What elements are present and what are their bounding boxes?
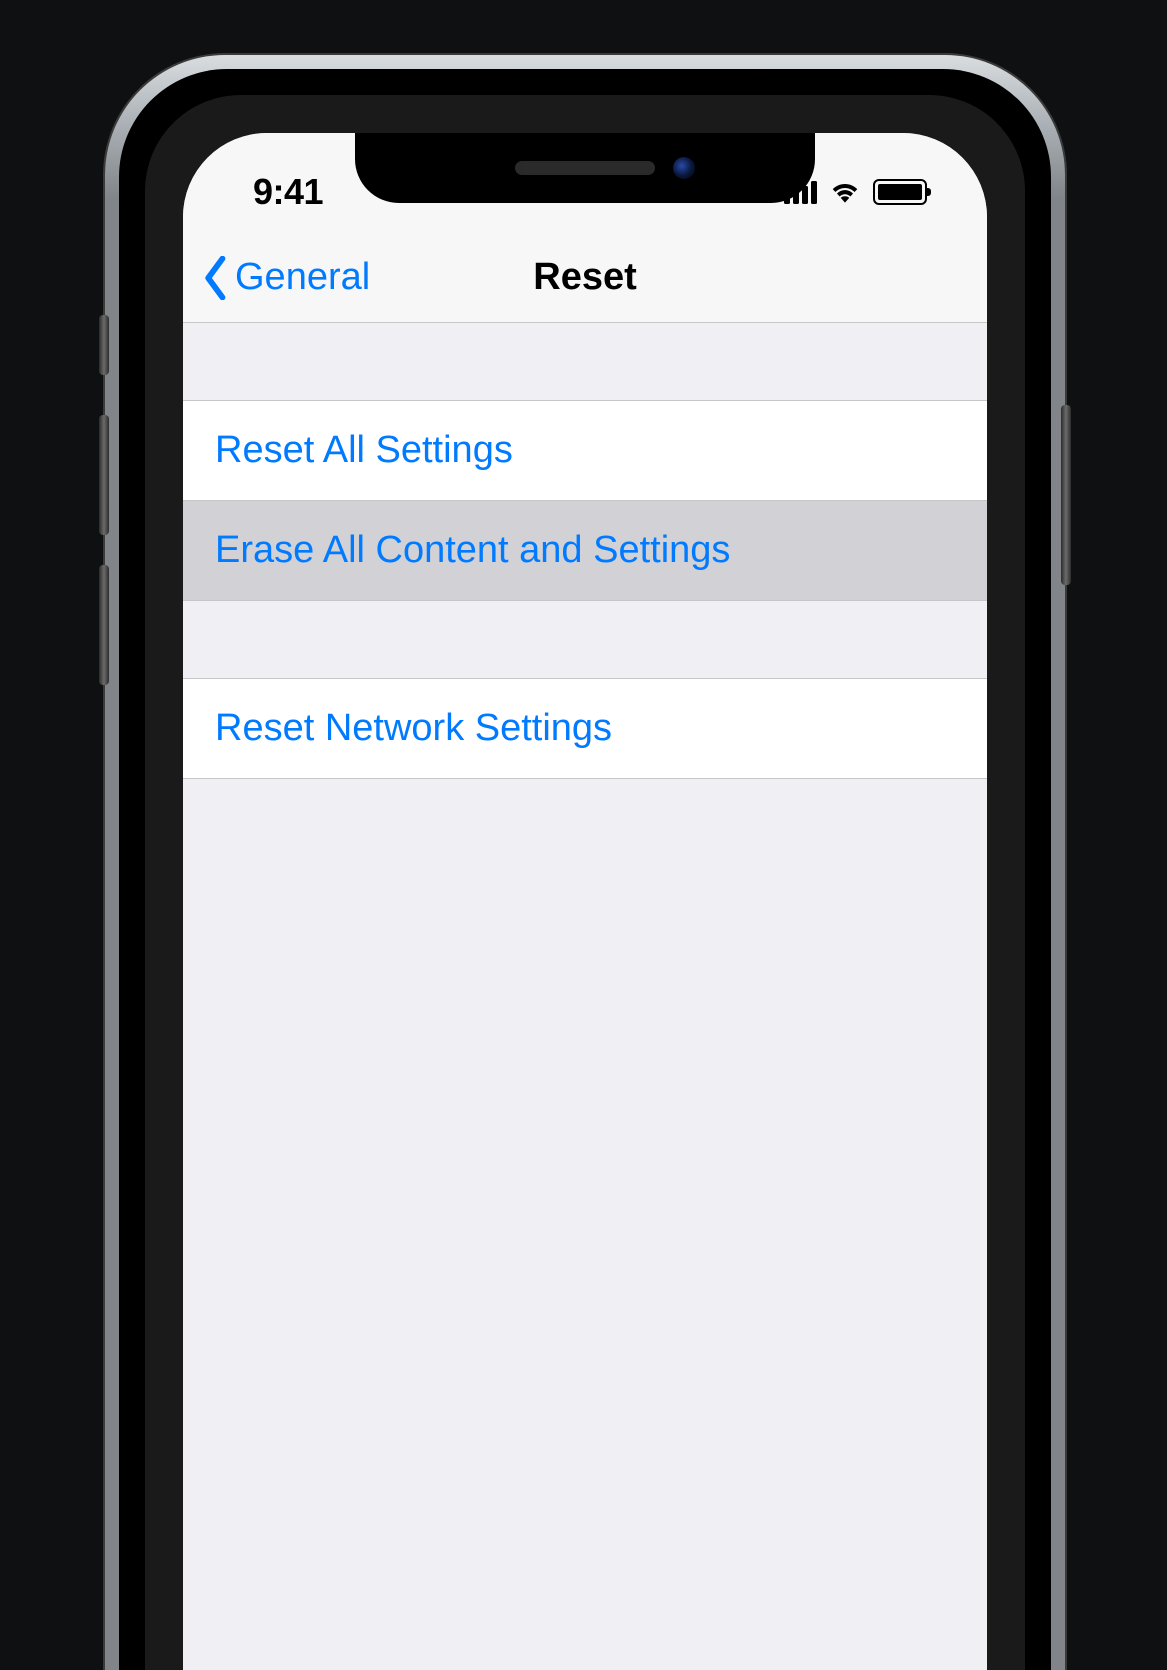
back-label: General — [235, 256, 370, 299]
battery-fill — [878, 184, 922, 200]
reset-network-settings-row[interactable]: Reset Network Settings — [183, 679, 987, 779]
phone-bezel-inner: 9:41 — [145, 95, 1025, 1670]
section-spacer — [183, 601, 987, 679]
erase-all-content-row[interactable]: Erase All Content and Settings — [183, 501, 987, 601]
front-camera — [673, 157, 695, 179]
volume-down-button — [99, 565, 109, 685]
section-spacer — [183, 323, 987, 401]
volume-up-button — [99, 415, 109, 535]
power-button — [1061, 405, 1071, 585]
phone-bezel-outer: 9:41 — [119, 69, 1051, 1670]
row-label: Erase All Content and Settings — [215, 529, 730, 571]
wifi-icon — [829, 180, 861, 204]
reset-all-settings-row[interactable]: Reset All Settings — [183, 401, 987, 501]
status-time: 9:41 — [253, 171, 323, 213]
back-button[interactable]: General — [201, 256, 370, 300]
phone-screen: 9:41 — [183, 133, 987, 1670]
speaker-grille — [515, 161, 655, 175]
chevron-left-icon — [201, 256, 231, 300]
row-label: Reset Network Settings — [215, 707, 612, 749]
page-title: Reset — [533, 256, 637, 299]
phone-frame: 9:41 — [105, 55, 1065, 1670]
mute-switch — [99, 315, 109, 375]
navigation-bar: General Reset — [183, 233, 987, 323]
notch — [355, 133, 815, 203]
battery-icon — [873, 179, 927, 205]
row-label: Reset All Settings — [215, 429, 513, 471]
